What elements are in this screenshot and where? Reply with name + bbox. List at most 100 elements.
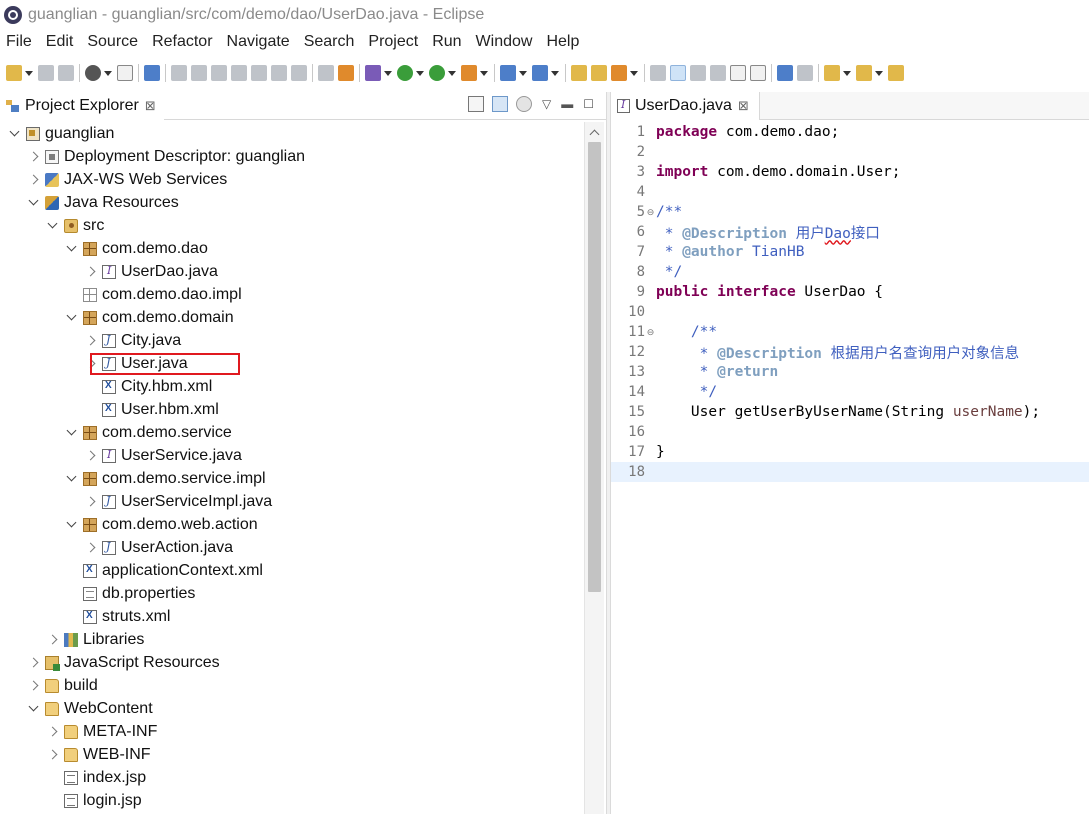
toggle-block-selection-icon[interactable] — [690, 65, 706, 81]
expand-icon[interactable] — [27, 174, 39, 186]
console-icon[interactable] — [117, 65, 133, 81]
tree-item[interactable]: db.properties — [0, 582, 584, 605]
new-icon[interactable] — [6, 65, 22, 81]
tree-item[interactable]: JavaScript Resources — [0, 651, 584, 674]
minimize-icon[interactable]: ▬ — [561, 96, 573, 112]
search-dropdown-icon[interactable] — [630, 70, 638, 76]
previous-annotation-icon[interactable] — [856, 65, 872, 81]
tree-item[interactable]: UserServiceImpl.java — [0, 490, 584, 513]
skip-breakpoints-icon[interactable] — [144, 65, 160, 81]
toggle-breadcrumb-icon[interactable] — [650, 65, 666, 81]
tree-item[interactable]: com.demo.service — [0, 421, 584, 444]
menu-edit[interactable]: Edit — [46, 33, 74, 51]
suspend-icon[interactable] — [191, 65, 207, 81]
open-type-icon[interactable] — [571, 65, 587, 81]
server-dropdown-icon[interactable] — [384, 70, 392, 76]
expand-icon[interactable] — [27, 151, 39, 163]
tree-item[interactable]: WebContent — [0, 697, 584, 720]
tree-item[interactable]: applicationContext.xml — [0, 559, 584, 582]
expand-icon[interactable] — [84, 542, 96, 554]
expand-icon[interactable] — [84, 335, 96, 347]
open-task-icon[interactable] — [591, 65, 607, 81]
maximize-icon[interactable]: ☐ — [583, 96, 594, 112]
debug-icon[interactable] — [429, 65, 445, 81]
expand-icon[interactable] — [8, 128, 20, 140]
expand-icon[interactable] — [46, 220, 58, 232]
tree-item[interactable]: City.hbm.xml — [0, 375, 584, 398]
save-icon[interactable] — [38, 65, 54, 81]
server-icon[interactable] — [365, 65, 381, 81]
tree-item[interactable]: guanglian — [0, 122, 584, 145]
step-return-icon[interactable] — [291, 65, 307, 81]
coverage-dropdown-icon[interactable] — [480, 70, 488, 76]
expand-icon[interactable] — [27, 657, 39, 669]
fold-toggle-icon[interactable]: ⊖ — [645, 207, 656, 218]
menu-navigate[interactable]: Navigate — [227, 33, 290, 51]
expand-icon[interactable] — [65, 243, 77, 255]
toggle-mark-occurrences-icon[interactable] — [670, 65, 686, 81]
link-with-editor-icon[interactable] — [492, 96, 508, 112]
next-annotation-dropdown-icon[interactable] — [843, 70, 851, 76]
terminate-icon[interactable] — [211, 65, 227, 81]
tree-item[interactable]: WEB-INF — [0, 743, 584, 766]
new-java-project-icon[interactable] — [500, 65, 516, 81]
expand-icon[interactable] — [65, 473, 77, 485]
expand-icon[interactable] — [84, 450, 96, 462]
resume-icon[interactable] — [171, 65, 187, 81]
menu-search[interactable]: Search — [304, 33, 355, 51]
disconnect-icon[interactable] — [231, 65, 247, 81]
toggle-word-wrap-icon[interactable] — [710, 65, 726, 81]
expand-icon[interactable] — [27, 197, 39, 209]
expand-icon[interactable] — [27, 703, 39, 715]
previous-annotation-dropdown-icon[interactable] — [875, 70, 883, 76]
tree-item[interactable]: Libraries — [0, 628, 584, 651]
expand-icon[interactable] — [84, 266, 96, 278]
expand-icon[interactable] — [84, 496, 96, 508]
tree-item[interactable]: User.hbm.xml — [0, 398, 584, 421]
tree-item[interactable]: login.jsp — [0, 789, 584, 812]
close-icon[interactable]: ⊠ — [738, 98, 749, 114]
tree-item[interactable]: META-INF — [0, 720, 584, 743]
menu-file[interactable]: File — [6, 33, 32, 51]
expand-icon[interactable] — [65, 519, 77, 531]
tab-userdao-java[interactable]: UserDao.java ⊠ — [611, 92, 760, 120]
expand-icon[interactable] — [27, 680, 39, 692]
run-icon[interactable] — [397, 65, 413, 81]
run-last-tool-icon[interactable] — [797, 65, 813, 81]
show-whitespace-icon[interactable] — [750, 65, 766, 81]
explorer-scrollbar[interactable] — [584, 122, 604, 814]
run-dropdown-icon[interactable] — [416, 70, 424, 76]
expand-icon[interactable] — [46, 749, 58, 761]
scrollbar-thumb[interactable] — [588, 142, 601, 592]
use-step-filters-icon[interactable] — [338, 65, 354, 81]
tree-item[interactable]: com.demo.web.action — [0, 513, 584, 536]
step-over-icon[interactable] — [271, 65, 287, 81]
tree-item[interactable]: com.demo.dao — [0, 237, 584, 260]
back-icon[interactable] — [888, 65, 904, 81]
profile-dropdown-icon[interactable] — [104, 70, 112, 76]
expand-icon[interactable] — [65, 312, 77, 324]
filters-icon[interactable] — [516, 96, 532, 112]
menu-window[interactable]: Window — [476, 33, 533, 51]
drop-to-frame-icon[interactable] — [318, 65, 334, 81]
close-icon[interactable]: ⊠ — [145, 98, 156, 114]
tree-item[interactable]: UserService.java — [0, 444, 584, 467]
fold-toggle-icon[interactable]: ⊖ — [645, 327, 656, 338]
menu-help[interactable]: Help — [546, 33, 579, 51]
tree-item[interactable]: City.java — [0, 329, 584, 352]
view-menu-icon[interactable]: ▽ — [542, 96, 551, 112]
tree-item[interactable]: build — [0, 674, 584, 697]
menu-refactor[interactable]: Refactor — [152, 33, 212, 51]
expand-icon[interactable] — [46, 634, 58, 646]
tree-item[interactable]: User.java — [0, 352, 584, 375]
tree-item[interactable]: struts.xml — [0, 605, 584, 628]
tree-item[interactable]: UserAction.java — [0, 536, 584, 559]
tree-item[interactable]: Java Resources — [0, 191, 584, 214]
tree-item[interactable]: JAX-WS Web Services — [0, 168, 584, 191]
new-dropdown-icon[interactable] — [25, 70, 33, 76]
tree-item[interactable]: src — [0, 214, 584, 237]
debug-dropdown-icon[interactable] — [448, 70, 456, 76]
tree-item[interactable]: Deployment Descriptor: guanglian — [0, 145, 584, 168]
tree-item-selected[interactable]: UserDao.java — [0, 260, 584, 283]
code-area[interactable]: 1 package com.demo.dao; 2 3 import com.dem… — [611, 122, 1089, 814]
